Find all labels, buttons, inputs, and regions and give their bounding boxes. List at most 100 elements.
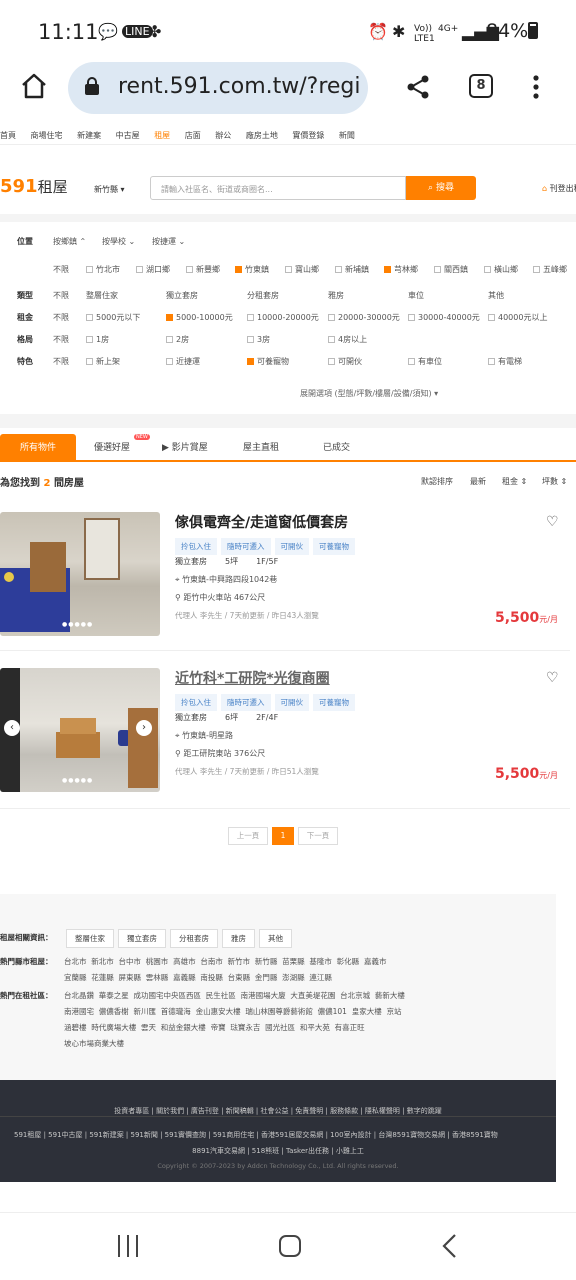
chip[interactable]: 獨立套房: [118, 929, 166, 948]
sort-newest[interactable]: 最新: [470, 476, 486, 487]
position-by-town[interactable]: 按鄉鎮 ⌃: [53, 236, 86, 247]
rent-over-40000[interactable]: 40000元以上: [488, 312, 547, 323]
chip[interactable]: 分租套房: [170, 929, 218, 948]
hot-communities-line[interactable]: 南港國宅 儂儂香榭 新川匯 首德瓏海 金山惠安大樓 瑞山林園尊爵藝術館 儂儂10…: [64, 1006, 401, 1017]
chip[interactable]: 雅房: [222, 929, 255, 948]
home-nav-icon[interactable]: [278, 1233, 302, 1259]
listing-card[interactable]: ‹ › ●●●●● 近竹科*工研院*光復商圈 ♡ 拎包入住 隨時可遷入 可開伙 可養寵…: [0, 658, 570, 806]
post-link[interactable]: ⌂ 刊登出租: [542, 183, 576, 194]
recents-icon[interactable]: [116, 1233, 140, 1259]
tab-closed[interactable]: 已成交: [323, 440, 350, 453]
rent-30000-40000[interactable]: 30000-40000元: [408, 312, 480, 323]
layout-3room[interactable]: 3房: [247, 334, 270, 345]
overflow-menu-icon[interactable]: [528, 74, 544, 100]
town-hukou[interactable]: 湖口鄉: [136, 264, 170, 275]
nav-mall[interactable]: 商場住宅: [31, 131, 63, 140]
listing-photo[interactable]: ●●●●●: [0, 512, 160, 636]
sort-default[interactable]: 默認排序: [421, 476, 453, 487]
layout-2room[interactable]: 2房: [166, 334, 189, 345]
chip[interactable]: 其他: [259, 929, 292, 948]
nav-office[interactable]: 辦公: [215, 131, 231, 140]
nav-home[interactable]: 首頁: [0, 131, 16, 140]
rent-any[interactable]: 不限: [53, 312, 69, 323]
position-by-school[interactable]: 按學校 ⌄: [102, 236, 135, 247]
rent-10000-20000[interactable]: 10000-20000元: [247, 312, 319, 323]
tab-owner[interactable]: 屋主直租: [243, 440, 279, 453]
type-whole[interactable]: 整層住家: [86, 290, 118, 301]
tab-switcher-button[interactable]: 8: [469, 74, 493, 98]
hot-communities-line[interactable]: 涵碧樓 時代廣場大樓 雲天 和益金銀大樓 帝寶 琺寶永吉 國光社區 和平大苑 有…: [64, 1022, 365, 1033]
layout-4room-plus[interactable]: 4房以上: [328, 334, 367, 345]
feature-cooking[interactable]: 可開伙: [328, 356, 362, 367]
type-parking[interactable]: 車位: [408, 290, 424, 301]
hot-communities-line[interactable]: 台北晶鑽 華泰之星 成功國宅中央區西區 民生社區 南港國場大廈 大直美堤花園 台…: [64, 990, 405, 1001]
nav-price[interactable]: 實價登錄: [292, 131, 324, 140]
sort-size[interactable]: 坪數 ⇕: [542, 476, 567, 487]
town-guanxi[interactable]: 關西鎮: [434, 264, 468, 275]
town-qionglin[interactable]: 芎林鄉: [384, 264, 418, 275]
type-room[interactable]: 雅房: [328, 290, 344, 301]
city-select[interactable]: 新竹縣 ▾: [94, 184, 125, 195]
footer-sites2[interactable]: 8891汽車交易網 | 518熊班 | Tasker出任務 | 小雞上工: [0, 1146, 556, 1156]
town-any[interactable]: 不限: [53, 264, 69, 275]
town-zhudong[interactable]: 竹東鎮: [235, 264, 269, 275]
nav-land[interactable]: 廠房土地: [246, 131, 278, 140]
tab-video[interactable]: ▶ 影片賞屋: [162, 440, 208, 453]
rent-5000-10000[interactable]: 5000-10000元: [166, 312, 233, 323]
nav-rent[interactable]: 租屋: [154, 131, 170, 140]
type-any[interactable]: 不限: [53, 290, 69, 301]
favorite-icon[interactable]: ♡: [546, 670, 559, 686]
type-suite[interactable]: 獨立套房: [166, 290, 198, 301]
expand-options[interactable]: 展開選項 (型態/坪數/樓層/設備/須知) ▾: [300, 388, 438, 399]
feature-near-mrt[interactable]: 近捷運: [166, 356, 200, 367]
search-button[interactable]: ⌕ 搜尋: [406, 176, 476, 200]
footer-sites[interactable]: 591租屋 | 591中古屋 | 591新建案 | 591新聞 | 591實價查…: [14, 1130, 556, 1140]
position-by-mrt[interactable]: 按捷運 ⌄: [152, 236, 185, 247]
feature-new[interactable]: 新上架: [86, 356, 120, 367]
home-icon[interactable]: [20, 72, 48, 100]
page-1-button[interactable]: 1: [272, 827, 294, 845]
type-shared-suite[interactable]: 分租套房: [247, 290, 279, 301]
next-page-button[interactable]: 下一頁: [298, 827, 338, 845]
town-baoshan[interactable]: 寶山鄉: [285, 264, 319, 275]
listing-title[interactable]: 近竹科*工研院*光復商圈: [175, 668, 330, 688]
rent-20000-30000[interactable]: 20000-30000元: [328, 312, 400, 323]
prev-photo-icon[interactable]: ‹: [4, 720, 20, 736]
prev-page-button[interactable]: 上一頁: [228, 827, 268, 845]
favorite-icon[interactable]: ♡: [546, 514, 559, 530]
listing-photo[interactable]: ‹ › ●●●●●: [0, 668, 160, 792]
type-other[interactable]: 其他: [488, 290, 504, 301]
feature-any[interactable]: 不限: [53, 356, 69, 367]
share-icon[interactable]: [405, 74, 431, 100]
search-input[interactable]: 請輸入社區名、街道或商圈名...: [150, 176, 406, 200]
nav-used[interactable]: 中古屋: [116, 131, 140, 140]
url-bar[interactable]: rent.591.com.tw/?regi: [68, 62, 368, 114]
next-photo-icon[interactable]: ›: [136, 720, 152, 736]
feature-pets[interactable]: 可養寵物: [247, 356, 289, 367]
town-wufeng[interactable]: 五峰鄉: [533, 264, 567, 275]
feature-elevator[interactable]: 有電梯: [488, 356, 522, 367]
nav-news[interactable]: 新聞: [339, 131, 355, 140]
listing-card[interactable]: ●●●●● 傢俱電齊全/走道窗低價套房 ♡ 拎包入住 隨時可遷入 可開伙 可養寵物 獨…: [0, 502, 570, 650]
nav-shop[interactable]: 店面: [185, 131, 201, 140]
back-icon[interactable]: [440, 1233, 460, 1259]
town-xinpu[interactable]: 新埔鎮: [335, 264, 369, 275]
hot-cities-line[interactable]: 台北市 新北市 台中市 桃園市 高雄市 台南市 新竹市 新竹縣 苗栗縣 基隆市 …: [64, 956, 386, 967]
listing-title[interactable]: 傢俱電齊全/走道窗低價套房: [175, 512, 348, 532]
chip[interactable]: 整層住家: [66, 929, 114, 948]
sort-price[interactable]: 租金 ⇕: [502, 476, 527, 487]
rent-under-5000[interactable]: 5000元以下: [86, 312, 140, 323]
tab-all[interactable]: 所有物件: [0, 434, 76, 462]
feature-parking[interactable]: 有車位: [408, 356, 442, 367]
tab-featured[interactable]: 優選好屋: [94, 440, 130, 453]
town-hengshan[interactable]: 橫山鄉: [484, 264, 518, 275]
footer-links[interactable]: 投資者專區 | 關於我們 | 廣告刊登 | 新聞稿輯 | 社會公益 | 免責聲明…: [0, 1106, 556, 1116]
nav-new-build[interactable]: 新建案: [77, 131, 101, 140]
layout-any[interactable]: 不限: [53, 334, 69, 345]
town-zhubei[interactable]: 竹北市: [86, 264, 120, 275]
hot-communities-line[interactable]: 坡心市場商業大樓: [64, 1038, 124, 1049]
hot-cities-line[interactable]: 宜蘭縣 花蓮縣 屏東縣 雲林縣 嘉義縣 南投縣 台東縣 金門縣 澎湖縣 連江縣: [64, 972, 332, 983]
layout-1room[interactable]: 1房: [86, 334, 109, 345]
logo[interactable]: 591租屋: [0, 176, 68, 197]
town-xinfeng[interactable]: 新豐鄉: [186, 264, 220, 275]
